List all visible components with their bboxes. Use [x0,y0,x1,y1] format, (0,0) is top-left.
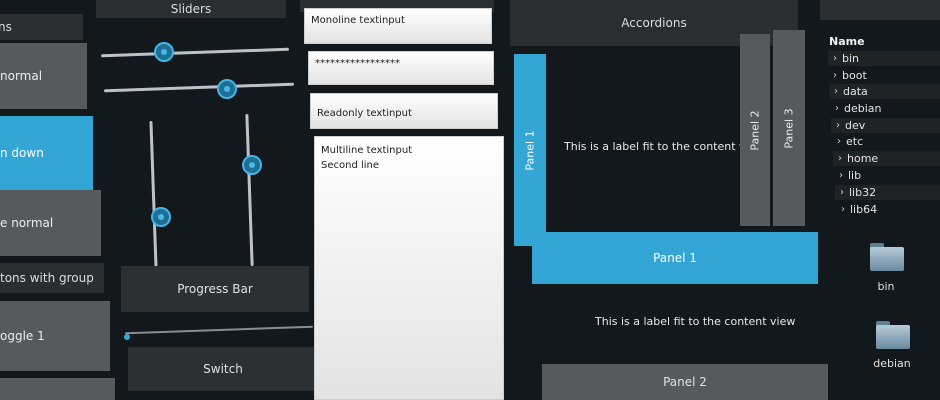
tree-item-lib32[interactable]: › lib32 [835,185,940,200]
tree-item-etc[interactable]: › etc [832,134,940,149]
horizontal-slider-1[interactable] [101,47,289,58]
password-textinput[interactable]: ***************** [308,51,494,85]
chevron-right-icon: › [833,70,837,81]
switch-header: Switch [128,347,318,391]
sliders-header-label: Sliders [170,2,212,16]
accordion-horizontal-content: This is a label fit to the content view [595,315,796,328]
multiline-line-1: Multiline textinput [321,145,413,156]
vertical-slider-2[interactable] [245,113,254,267]
accordion-vertical-panel-1-label: Panel 1 [523,129,537,171]
tree-item-lib-label: lib [848,169,862,182]
down-button-label: n down [0,146,44,160]
accordion-horizontal-panel-1[interactable]: Panel 1 [532,232,818,284]
tree-item-lib[interactable]: › lib [834,168,940,183]
buttons-header-label: ns [0,20,12,34]
group-buttons-header-label: tons with group [0,271,94,285]
chevron-right-icon: › [837,136,841,147]
accordions-column: Accordions Panel 1 This is a label fit t… [510,0,828,400]
tree-item-debian[interactable]: › debian [830,101,940,116]
toggle-button-1[interactable]: oggle 1 [0,301,110,371]
tree-item-data[interactable]: › data [829,84,940,99]
accordion-vertical-panel-3[interactable]: Panel 3 [773,30,805,226]
accordion-vertical-panel-2[interactable]: Panel 2 [740,34,770,226]
progress-bar-label: Progress Bar [177,282,253,296]
accordion-vertical-content: This is a label fit to the content view [564,140,765,153]
accordion-vertical-panel-3-label: Panel 3 [782,107,796,149]
multiline-textinput[interactable]: Multiline textinput Second line [314,136,504,400]
filechooser-column: Name › bin › boot › data › debian › dev … [820,0,940,400]
accordion-vertical-panel-2-label: Panel 2 [748,109,762,151]
tree-item-bin[interactable]: › bin [828,51,940,66]
accordion-horizontal-panel-2[interactable]: Panel 2 [542,364,828,400]
tree-item-home[interactable]: › home [833,151,940,166]
switch-label: Switch [203,362,243,376]
monoline-textinput[interactable]: Monoline textinput [304,8,492,44]
vertical-slider-2-handle[interactable] [242,155,262,175]
chevron-right-icon: › [833,53,837,64]
tree-item-debian-label: debian [844,102,882,115]
progress-bar-fill [124,334,130,340]
accordion-vertical-panel-1[interactable]: Panel 1 [514,54,546,246]
folder-bin-label: bin [877,280,895,293]
buttons-column: ns normal n down e normal tons with grou… [0,0,115,400]
textinputs-column: Monoline textinput ***************** Rea… [300,0,510,400]
monoline-text: Monoline textinput [311,15,405,26]
horizontal-slider-2-handle[interactable] [217,79,237,99]
chevron-right-icon: › [841,204,845,215]
folder-debian-label: debian [873,357,911,370]
down-button[interactable]: n down [0,116,93,190]
accordion-horizontal-panel-2-label: Panel 2 [663,375,707,389]
tree-item-lib64[interactable]: › lib64 [836,202,940,217]
normal-button-2-label: e normal [0,216,54,230]
tree-item-dev-label: dev [845,119,866,132]
tree-item-lib64-label: lib64 [850,203,878,216]
chevron-right-icon: › [839,170,843,181]
normal-button[interactable]: normal [0,43,87,109]
progress-bar [125,325,313,335]
tree-item-bin-label: bin [842,52,860,65]
tree-item-home-label: home [847,152,879,165]
horizontal-slider-1-handle[interactable] [154,42,174,62]
accordion-horizontal-panel-1-label: Panel 1 [653,251,697,265]
chevron-right-icon: › [840,187,844,198]
buttons-header: ns [0,14,83,40]
group-buttons-header: tons with group [0,263,104,293]
vertical-slider-1-handle[interactable] [151,207,171,227]
folder-icon[interactable] [870,243,904,271]
chevron-right-icon: › [838,153,842,164]
tree-item-lib32-label: lib32 [849,186,877,199]
multiline-line-2: Second line [321,160,380,171]
tree-item-dev[interactable]: › dev [831,118,940,133]
sliders-header: Sliders [96,0,286,18]
horizontal-slider-2[interactable] [104,82,294,93]
readonly-textinput: Readonly textinput [310,93,498,129]
tree-item-data-label: data [843,85,868,98]
chevron-right-icon: › [836,120,840,131]
normal-button-label: normal [0,69,43,83]
sliders-column: Sliders Progress Bar Switch [96,0,318,400]
filechooser-name-column-header[interactable]: Name [829,35,865,48]
readonly-text: Readonly textinput [317,108,412,119]
progress-bar-header: Progress Bar [121,266,309,312]
folder-icon[interactable] [876,321,910,349]
tree-item-boot-label: boot [842,69,867,82]
vertical-slider-1[interactable] [149,120,158,270]
normal-button-2[interactable]: e normal [0,190,101,256]
chevron-right-icon: › [834,86,838,97]
chevron-right-icon: › [835,103,839,114]
tree-item-etc-label: etc [846,135,864,148]
tree-item-boot[interactable]: › boot [828,68,940,83]
filechooser-header [820,0,940,20]
password-text: ***************** [315,58,400,69]
toggle-button-1-label: oggle 1 [0,329,45,343]
accordions-header-label: Accordions [621,16,687,30]
